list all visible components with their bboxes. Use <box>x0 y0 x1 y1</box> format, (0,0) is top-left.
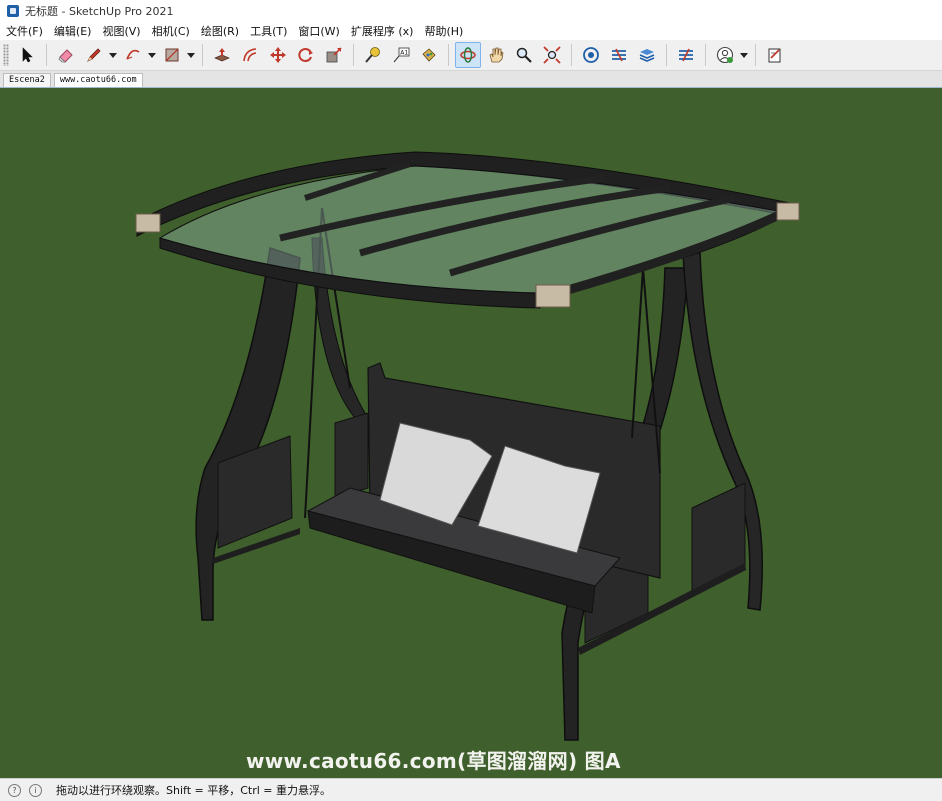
geo-location-icon[interactable]: ? <box>8 783 21 797</box>
menu-file[interactable]: 文件(F) <box>0 23 48 39</box>
move-icon <box>270 47 286 63</box>
extension-warehouse-button[interactable] <box>606 42 632 68</box>
zoom-extents-tool-button[interactable] <box>539 42 565 68</box>
push-pull-tool-button[interactable] <box>209 42 235 68</box>
select-icon <box>22 47 33 63</box>
main-toolbar: A1 <box>0 40 942 71</box>
toolbar-separator <box>571 44 572 66</box>
model-viewport[interactable]: www.caotu66.com(草图溜溜网) 图A <box>0 87 942 778</box>
toolbar-separator <box>448 44 449 66</box>
zoom-tool-button[interactable] <box>511 42 537 68</box>
layout-send-button[interactable] <box>634 42 660 68</box>
text-label-icon: A1 <box>393 47 410 63</box>
title-bar: 无标题 - SketchUp Pro 2021 <box>0 0 942 22</box>
offset-icon <box>243 48 257 62</box>
rotate-tool-button[interactable] <box>293 42 319 68</box>
eraser-icon <box>58 49 73 63</box>
tape-measure-tool-button[interactable] <box>360 42 386 68</box>
line-tool-dropdown[interactable] <box>108 43 117 67</box>
sketchup-send-button[interactable] <box>673 42 699 68</box>
svg-text:A1: A1 <box>400 50 408 57</box>
swing-chair-model <box>135 151 800 741</box>
push-pull-icon <box>214 48 230 62</box>
menu-camera[interactable]: 相机(C) <box>146 23 195 39</box>
eraser-tool-button[interactable] <box>53 42 79 68</box>
zoom-extents-icon <box>543 46 561 64</box>
shape-tool-dropdown[interactable] <box>186 43 195 67</box>
scene-tabs: Escena2 www.caotu66.com <box>0 71 942 87</box>
orbit-icon <box>460 47 476 63</box>
menu-tools[interactable]: 工具(T) <box>244 23 292 39</box>
account-dropdown[interactable] <box>739 43 748 67</box>
text-tool-button[interactable]: A1 <box>388 42 414 68</box>
rectangle-tool-button[interactable] <box>159 42 185 68</box>
status-message: 拖动以进行环绕观察。Shift = 平移，Ctrl = 重力悬浮。 <box>56 784 331 797</box>
toolbar-separator <box>666 44 667 66</box>
menu-draw[interactable]: 绘图(R) <box>195 23 244 39</box>
info-icon[interactable]: i <box>29 783 42 797</box>
toolbar-separator <box>202 44 203 66</box>
clip-tool-button[interactable] <box>762 42 788 68</box>
3d-warehouse-button[interactable] <box>578 42 604 68</box>
status-bar: ? i 拖动以进行环绕观察。Shift = 平移，Ctrl = 重力悬浮。 <box>0 778 942 801</box>
toolbar-grip[interactable] <box>3 44 9 66</box>
toolbar-separator <box>705 44 706 66</box>
clip-icon <box>768 48 781 63</box>
toolbar-separator <box>353 44 354 66</box>
pencil-line-icon <box>87 48 101 62</box>
menu-extensions[interactable]: 扩展程序 (x) <box>345 23 419 39</box>
arc-tool-button[interactable] <box>120 42 146 68</box>
menu-view[interactable]: 视图(V) <box>96 23 145 39</box>
rotate-icon <box>298 48 313 62</box>
toolbar-separator <box>46 44 47 66</box>
move-tool-button[interactable] <box>265 42 291 68</box>
menu-edit[interactable]: 编辑(E) <box>48 23 97 39</box>
paint-bucket-icon <box>422 48 436 62</box>
3d-warehouse-icon <box>583 47 599 63</box>
extension-warehouse-icon <box>612 48 626 62</box>
paint-bucket-tool-button[interactable] <box>416 42 442 68</box>
window-title: 无标题 - SketchUp Pro 2021 <box>25 5 174 18</box>
orbit-tool-button[interactable] <box>455 42 481 68</box>
sketchup-logo-icon <box>7 5 19 17</box>
select-tool-button[interactable] <box>14 42 40 68</box>
watermark-text: www.caotu66.com(草图溜溜网) 图A <box>246 749 621 773</box>
sketchup-send-icon <box>679 48 693 62</box>
menu-window[interactable]: 窗口(W) <box>292 23 344 39</box>
tape-measure-icon <box>365 47 380 63</box>
scene-tab-escena2[interactable]: Escena2 <box>3 73 51 87</box>
rectangle-icon <box>165 48 179 62</box>
zoom-icon <box>516 47 532 63</box>
account-button[interactable] <box>712 42 738 68</box>
arc-tool-dropdown[interactable] <box>147 43 156 67</box>
pan-tool-button[interactable] <box>483 42 509 68</box>
offset-tool-button[interactable] <box>237 42 263 68</box>
scale-tool-button[interactable] <box>321 42 347 68</box>
scene-tab-caotu66[interactable]: www.caotu66.com <box>53 73 143 87</box>
layout-icon <box>639 49 655 62</box>
scale-icon <box>326 47 342 63</box>
pan-icon <box>489 47 504 63</box>
menu-help[interactable]: 帮助(H) <box>418 23 468 39</box>
account-icon <box>716 46 734 64</box>
line-tool-button[interactable] <box>81 42 107 68</box>
toolbar-separator <box>755 44 756 66</box>
arc-icon <box>126 49 140 60</box>
menu-bar: 文件(F) 编辑(E) 视图(V) 相机(C) 绘图(R) 工具(T) 窗口(W… <box>0 22 942 40</box>
